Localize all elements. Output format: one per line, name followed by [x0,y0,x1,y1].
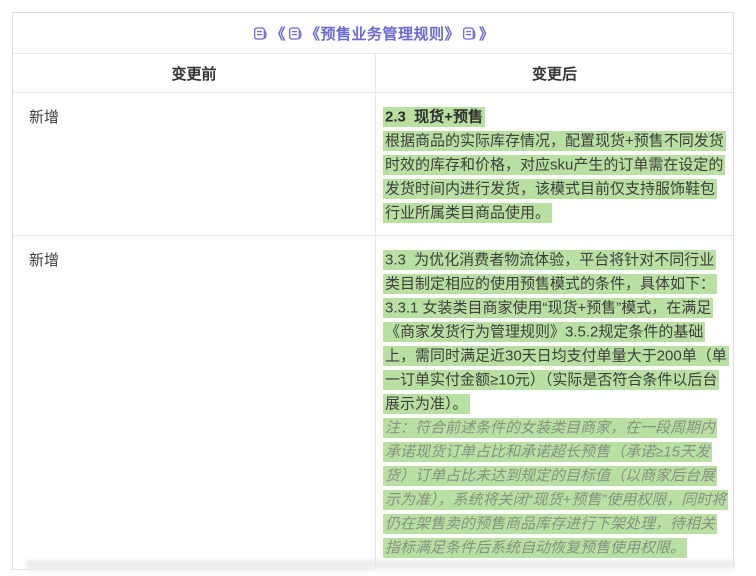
title-text: 》 [479,25,495,43]
column-header-after: 变更后 [531,65,577,83]
document-icon [253,26,268,41]
column-header-before: 变更前 [13,54,376,92]
document-icon [288,26,303,41]
title-text: 《 [270,25,286,43]
table-row: 新增 2.3 现货+预售 根据商品的实际库存情况，配置现货+预售不同发货时效的库… [13,93,733,236]
table-row: 新增 3.3 为优化消费者物流体验，平台将针对不同行业类目制定相应的使用预售模式… [13,236,733,570]
after-cell: 3.3 为优化消费者物流体验，平台将针对不同行业类目制定相应的使用预售模式的条件… [376,236,733,570]
before-cell: 新增 [13,236,376,570]
document-title[interactable]: 《 《预售业务管理规则》 》 [13,13,733,54]
added-paragraph: 3.3.1 女装类目商家使用“现货+预售”模式，在满足《商家发货行为管理规则》3… [383,297,729,414]
section-heading: 2.3 现货+预售 [383,106,485,127]
after-cell: 2.3 现货+预售 根据商品的实际库存情况，配置现货+预售不同发货时效的库存和价… [376,93,733,235]
document-icon [462,26,477,41]
before-cell: 新增 [13,93,376,235]
added-paragraph: 根据商品的实际库存情况，配置现货+预售不同发货时效的库存和价格，对应sku产生的… [383,130,726,223]
title-text: 《预售业务管理规则》 [304,25,460,43]
page: 《 《预售业务管理规则》 》 变更前 变更后 新增 2.3 现货+预售 根据商品… [0,0,756,576]
added-paragraph: 3.3 为优化消费者物流体验，平台将针对不同行业类目制定相应的使用预售模式的条件… [383,249,718,294]
change-comparison-table: 《 《预售业务管理规则》 》 变更前 变更后 新增 2.3 现货+预售 根据商品… [12,12,734,570]
table-header-row: 变更前 变更后 [13,54,733,93]
added-note: 注：符合前述条件的女装类目商家，在一段周期内承诺现货订单占比和承诺超长预售（承诺… [383,417,729,558]
